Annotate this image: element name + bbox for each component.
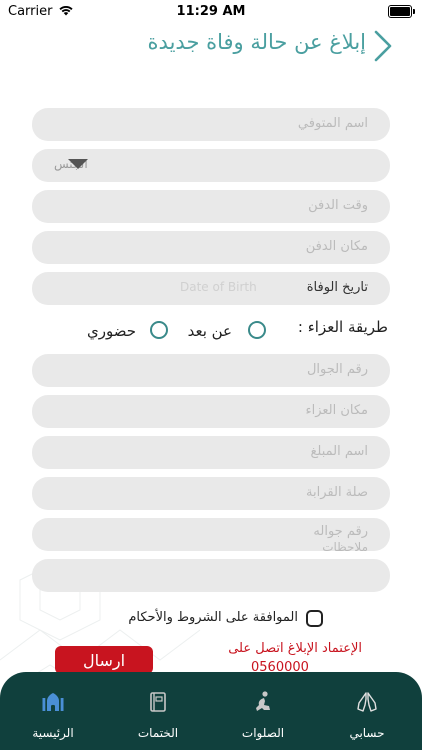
- terms-checkbox[interactable]: [306, 610, 323, 627]
- tab-home-label: الرئيسية: [32, 726, 74, 740]
- send-button[interactable]: ارسال: [55, 646, 153, 674]
- relation-placeholder: صلة القرابة: [306, 485, 368, 500]
- condolence-method-row: طريقة العزاء : عن بعد حضوري: [0, 314, 422, 350]
- mobile-placeholder: رقم الجوال: [306, 362, 368, 377]
- tab-prayers[interactable]: الصلوات: [218, 672, 308, 750]
- death-date-field[interactable]: تاريخ الوفاة Date of Birth: [32, 272, 390, 305]
- in-person-radio[interactable]: [150, 321, 168, 339]
- deceased-name-placeholder: اسم المتوفي: [297, 116, 368, 131]
- tab-khatmat[interactable]: الختمات: [113, 672, 203, 750]
- battery-icon: [388, 5, 415, 18]
- condolence-place-placeholder: مكان العزاء: [305, 403, 368, 418]
- praying-person-icon: [256, 691, 270, 711]
- burial-place-field[interactable]: مكان الدفن: [32, 231, 390, 264]
- reporter-name-placeholder: اسم المبلغ: [310, 444, 368, 459]
- tab-my-account[interactable]: حسابي: [322, 672, 412, 750]
- reporter-mobile-placeholder: رقم جواله: [313, 524, 368, 539]
- tab-home[interactable]: الرئيسية: [8, 672, 98, 750]
- mosque-home-icon: [42, 693, 64, 711]
- condolence-method-label: طريقة العزاء :: [297, 318, 388, 336]
- remote-radio[interactable]: [248, 321, 266, 339]
- dropdown-arrow-icon[interactable]: [68, 159, 88, 169]
- relation-field[interactable]: صلة القرابة: [32, 477, 390, 510]
- deceased-name-field[interactable]: اسم المتوفي: [32, 108, 390, 141]
- notes-placeholder: ملاحظات: [322, 540, 368, 554]
- quran-book-icon: [150, 692, 166, 712]
- burial-place-placeholder: مكان الدفن: [305, 239, 368, 254]
- status-bar: Carrier 11:29 AM: [0, 0, 422, 24]
- terms-row: الموافقة على الشروط والأحكام: [0, 604, 422, 632]
- in-person-radio-label[interactable]: حضوري: [87, 322, 136, 340]
- clock: 11:29 AM: [176, 4, 246, 19]
- tab-khatmat-label: الختمات: [137, 726, 179, 740]
- contact-text: الإعتماد الإبلاغ اتصل على: [228, 641, 362, 656]
- reporter-mobile-field[interactable]: رقم جواله ملاحظات: [32, 518, 390, 554]
- reporter-name-field[interactable]: اسم المبلغ: [32, 436, 390, 469]
- chevron-right-icon[interactable]: [364, 28, 400, 64]
- gender-select[interactable]: الجنس: [32, 149, 390, 182]
- tab-prayers-label: الصلوات: [241, 726, 285, 740]
- death-date-placeholder: Date of Birth: [180, 280, 257, 294]
- terms-label[interactable]: الموافقة على الشروط والأحكام: [128, 610, 298, 625]
- burial-time-placeholder: وقت الدفن: [308, 198, 368, 213]
- page-title: إبلاغ عن حالة وفاة جديدة: [147, 30, 366, 54]
- nav-header: إبلاغ عن حالة وفاة جديدة: [0, 24, 422, 68]
- death-date-label: تاريخ الوفاة: [306, 280, 368, 295]
- burial-time-field[interactable]: وقت الدفن: [32, 190, 390, 223]
- mobile-field[interactable]: رقم الجوال: [32, 354, 390, 387]
- tab-bar: حسابي الصلوات الختمات الرئيسية: [0, 672, 422, 750]
- tab-my-account-label: حسابي: [349, 726, 385, 740]
- condolence-place-field[interactable]: مكان العزاء: [32, 395, 390, 428]
- notes-field[interactable]: [32, 559, 390, 592]
- remote-radio-label[interactable]: عن بعد: [188, 322, 232, 340]
- hands-icon: [357, 692, 377, 712]
